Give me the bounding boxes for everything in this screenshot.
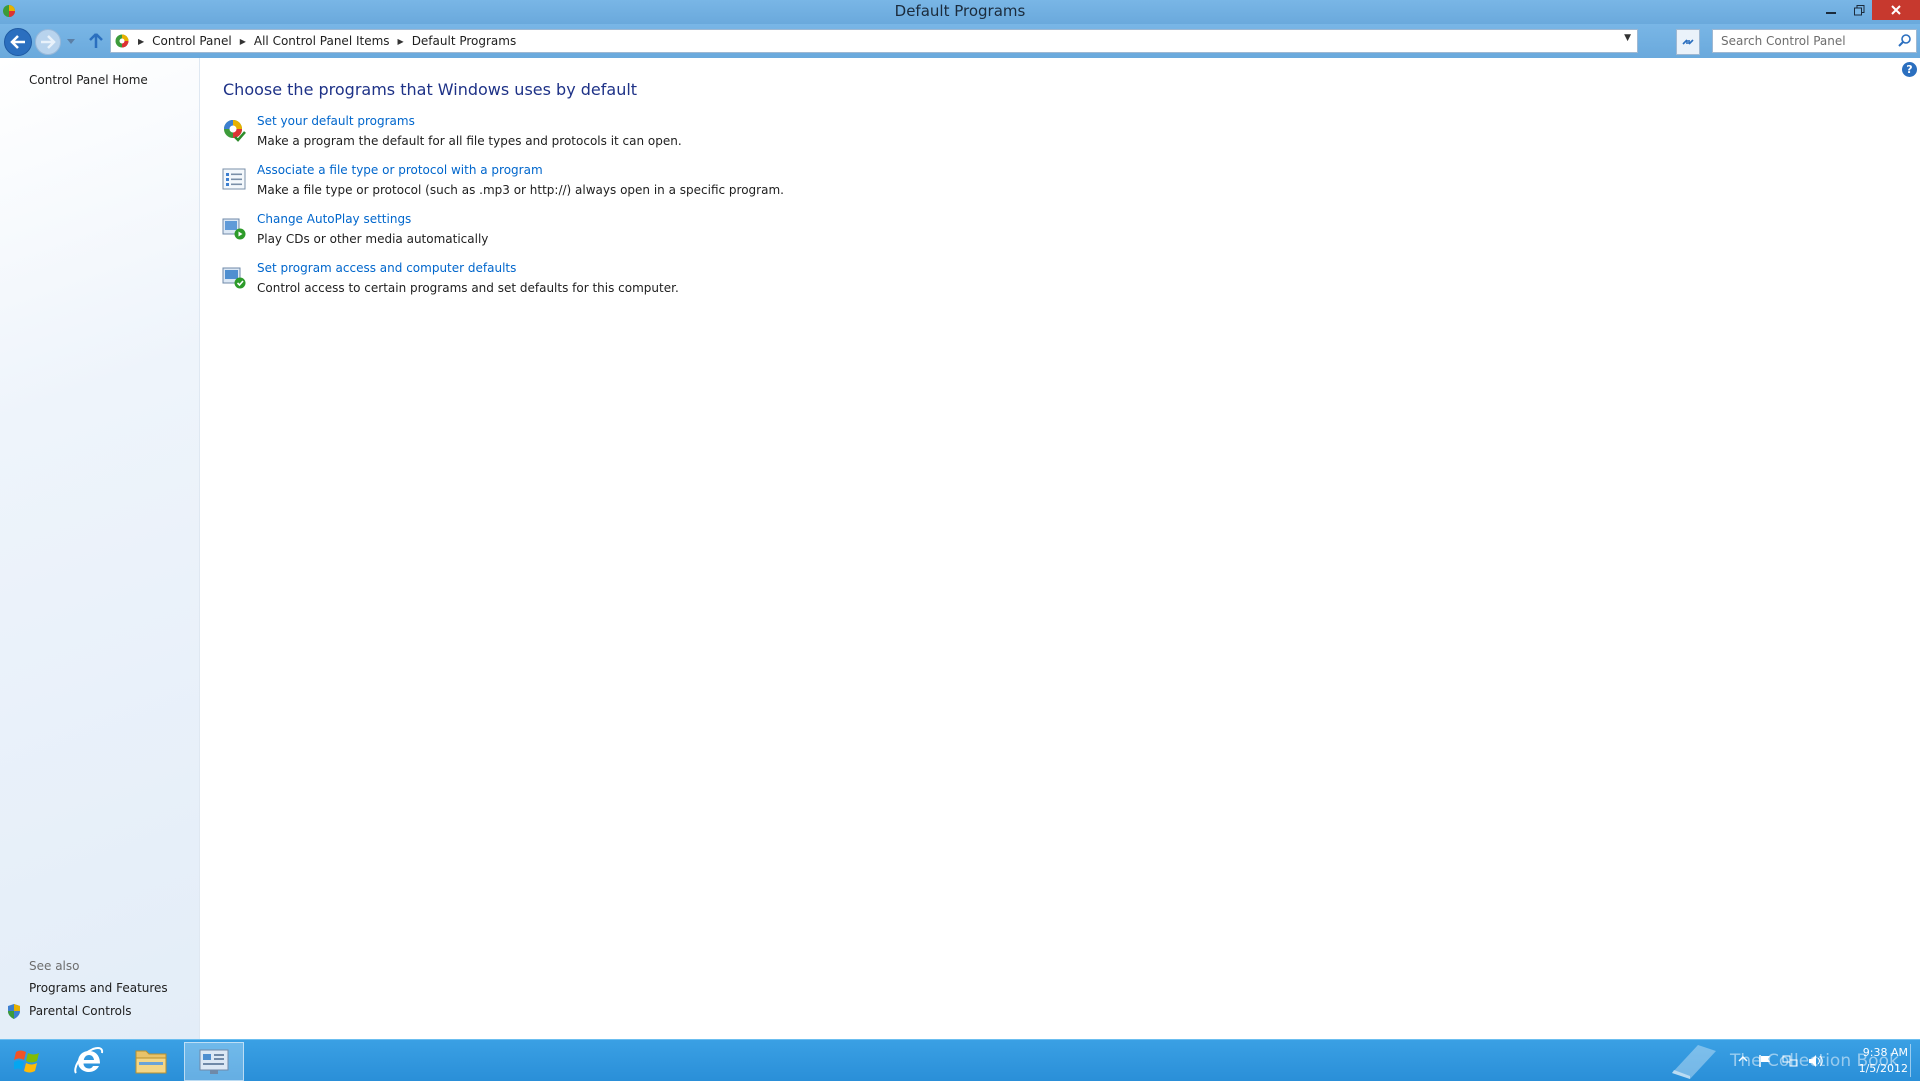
close-button[interactable] <box>1872 0 1920 20</box>
action-center-flag-icon[interactable] <box>1758 1054 1772 1068</box>
search-icon[interactable] <box>1898 33 1912 47</box>
arrow-left-icon <box>10 35 25 49</box>
set-default-programs-link[interactable]: Set your default programs <box>257 114 415 128</box>
arrow-right-icon <box>41 35 56 49</box>
clock-time: 9:38 AM <box>1862 1046 1908 1059</box>
chevron-down-icon <box>67 38 75 44</box>
restore-button[interactable] <box>1846 0 1872 20</box>
show-desktop-button[interactable] <box>1910 1044 1919 1077</box>
breadcrumb-all-items[interactable]: All Control Panel Items <box>254 34 390 48</box>
task-autoplay: Change AutoPlay settings Play CDs or oth… <box>222 212 1122 252</box>
recent-locations-button[interactable] <box>66 36 76 46</box>
file-association-icon <box>222 168 246 190</box>
forward-button[interactable] <box>35 29 61 55</box>
clock[interactable]: 9:38 AM 1/5/2012 <box>1838 1045 1908 1077</box>
search-box[interactable] <box>1712 29 1917 53</box>
window-title: Default Programs <box>894 2 1026 20</box>
taskbar-file-explorer[interactable] <box>122 1042 180 1079</box>
network-icon[interactable] <box>1782 1054 1798 1068</box>
set-program-access-link[interactable]: Set program access and computer defaults <box>257 261 516 275</box>
show-hidden-icons-icon[interactable] <box>1738 1054 1748 1064</box>
shield-icon <box>8 1004 20 1019</box>
control-panel-icon <box>115 34 129 48</box>
minimize-icon <box>1826 12 1836 14</box>
breadcrumb-separator-icon[interactable]: ▶ <box>398 37 404 46</box>
left-pane: Control Panel Home See also Programs and… <box>0 58 200 1039</box>
autoplay-icon <box>222 218 246 240</box>
breadcrumb-control-panel[interactable]: Control Panel <box>152 34 232 48</box>
arrow-up-icon <box>89 33 103 48</box>
clock-date: 1/5/2012 <box>1858 1062 1908 1075</box>
restore-icon <box>1853 4 1864 15</box>
see-also-heading: See also <box>29 959 80 973</box>
programs-and-features-link[interactable]: Programs and Features <box>29 981 168 995</box>
task-associate-file-type: Associate a file type or protocol with a… <box>222 163 1122 203</box>
search-input[interactable] <box>1719 30 1893 52</box>
internet-explorer-icon <box>74 1046 104 1074</box>
default-programs-icon <box>224 120 246 142</box>
taskbar-control-panel[interactable] <box>184 1042 244 1081</box>
folder-icon <box>135 1050 167 1073</box>
minimize-button[interactable] <box>1816 0 1846 20</box>
volume-icon[interactable] <box>1808 1054 1824 1068</box>
address-dropdown-icon[interactable]: ▼ <box>1624 33 1631 43</box>
refresh-button[interactable] <box>1676 29 1700 55</box>
taskbar-internet-explorer[interactable] <box>60 1042 118 1079</box>
book-icon <box>1672 1045 1716 1079</box>
windows-logo-icon <box>14 1050 39 1072</box>
change-autoplay-settings-link[interactable]: Change AutoPlay settings <box>257 212 411 226</box>
breadcrumb-separator-icon[interactable]: ▶ <box>138 37 144 46</box>
parental-controls-link[interactable]: Parental Controls <box>29 1004 132 1018</box>
task-description: Play CDs or other media automatically <box>257 232 489 246</box>
system-tray <box>1738 1054 1824 1068</box>
back-button[interactable] <box>4 28 32 56</box>
breadcrumb-separator-icon[interactable]: ▶ <box>240 37 246 46</box>
control-panel-home-link[interactable]: Control Panel Home <box>29 73 148 87</box>
program-access-icon <box>222 267 246 289</box>
task-description: Make a program the default for all file … <box>257 134 682 148</box>
task-description: Make a file type or protocol (such as .m… <box>257 183 784 197</box>
title-bar: Default Programs <box>0 0 1920 24</box>
main-content: Choose the programs that Windows uses by… <box>200 58 1920 1039</box>
task-program-access: Set program access and computer defaults… <box>222 261 1122 301</box>
page-title: Choose the programs that Windows uses by… <box>223 80 638 99</box>
control-panel-window-icon <box>199 1049 229 1074</box>
associate-file-type-link[interactable]: Associate a file type or protocol with a… <box>257 163 543 177</box>
taskbar: The Collection Book 9:38 AM 1/5/2012 <box>0 1039 1920 1081</box>
up-button[interactable] <box>86 30 106 52</box>
task-set-default-programs: Set your default programs Make a program… <box>222 114 1122 154</box>
start-button[interactable] <box>0 1040 54 1081</box>
close-icon <box>1891 5 1901 15</box>
breadcrumb-default-programs[interactable]: Default Programs <box>412 34 517 48</box>
task-description: Control access to certain programs and s… <box>257 281 679 295</box>
navigation-bar: ▶ Control Panel ▶ All Control Panel Item… <box>0 24 1920 58</box>
address-bar[interactable]: ▶ Control Panel ▶ All Control Panel Item… <box>110 29 1638 53</box>
refresh-icon <box>1682 39 1694 45</box>
